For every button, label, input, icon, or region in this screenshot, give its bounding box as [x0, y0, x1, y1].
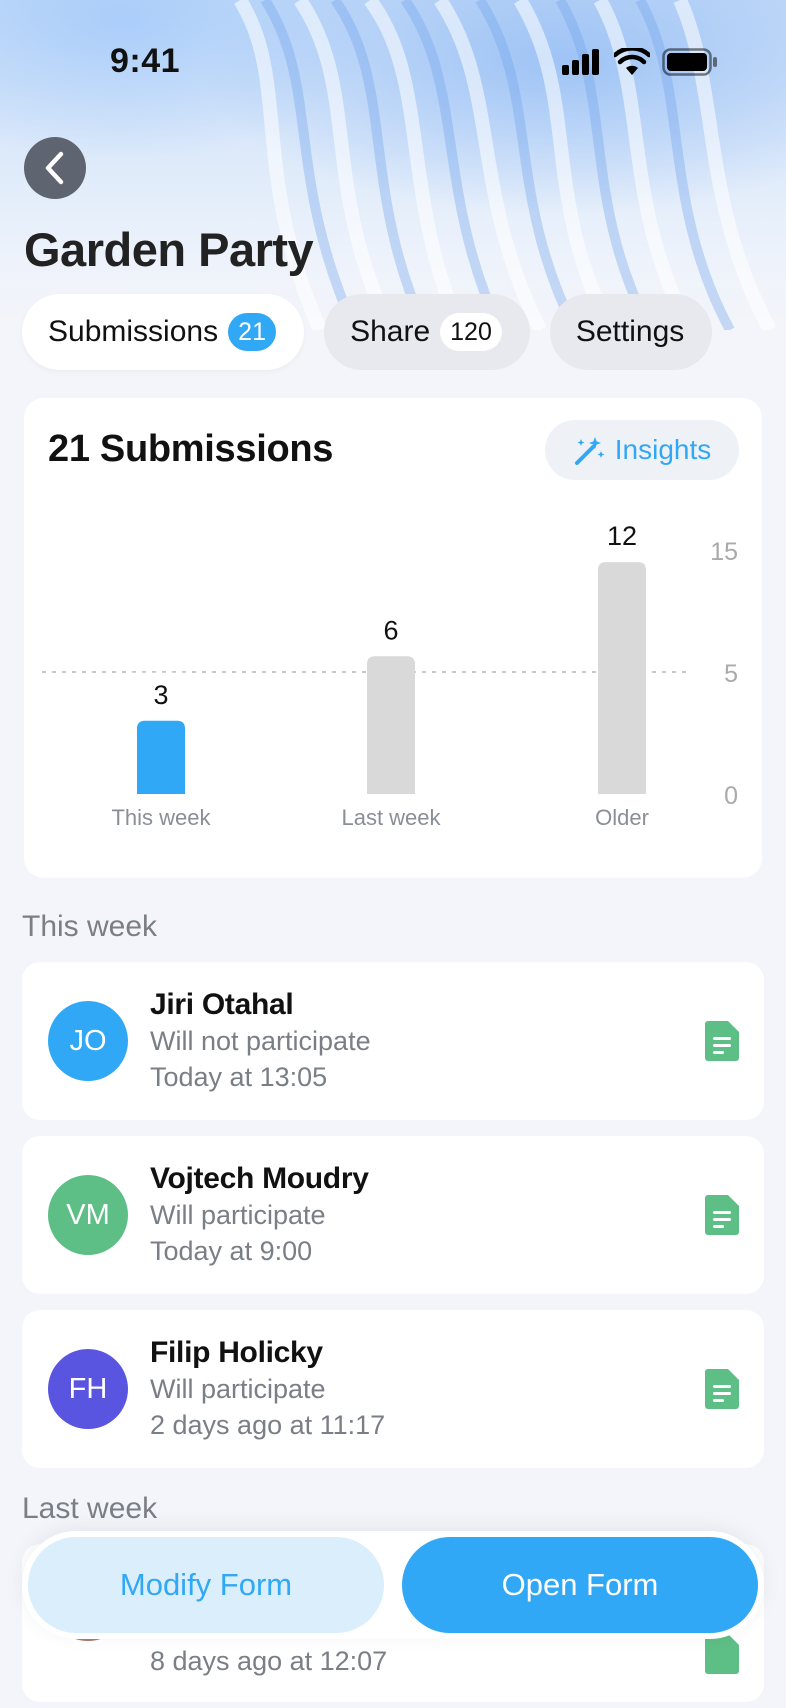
submission-row[interactable]: FH Filip Holicky Will participate 2 days…	[22, 1310, 764, 1468]
back-button[interactable]	[24, 137, 86, 199]
submissions-count-badge: 21	[228, 313, 277, 351]
chart-value-label: 3	[153, 680, 168, 710]
submitter-name: Jiri Otahal	[150, 988, 294, 1021]
status-time: 9:41	[110, 42, 181, 80]
chart-value-label: 6	[383, 615, 398, 645]
bottom-action-bar: Modify Form Open Form	[22, 1531, 764, 1639]
y-tick-label: 0	[724, 782, 738, 810]
share-count-badge: 120	[440, 313, 502, 351]
document-icon[interactable]	[705, 1634, 739, 1674]
avatar: VM	[48, 1175, 128, 1255]
chevron-left-icon	[45, 151, 64, 185]
battery-icon	[662, 48, 717, 76]
submission-time: Today at 13:05	[150, 1062, 328, 1092]
chart-bar	[598, 562, 646, 794]
document-icon[interactable]	[705, 1021, 739, 1061]
modify-form-button[interactable]: Modify Form	[28, 1537, 384, 1633]
chart-value-label: 12	[607, 521, 637, 551]
submitter-name: Vojtech Moudry	[150, 1162, 369, 1195]
participation-status: Will participate	[150, 1200, 326, 1230]
tab-label: Submissions	[48, 315, 219, 348]
open-form-button[interactable]: Open Form	[402, 1537, 758, 1633]
tab-label: Settings	[575, 315, 685, 348]
submissions-bar-chart: 15 5 0 3 This week 6 Last week 12 Older	[42, 514, 738, 830]
section-label-this-week: This week	[22, 910, 158, 943]
submissions-summary-card: 21 Submissions Insights 15 5 0 3 This week 6 L…	[24, 398, 762, 878]
chart-bar	[137, 720, 185, 794]
status-icons	[562, 48, 718, 76]
submission-row[interactable]: VM Vojtech Moudry Will participate Today…	[22, 1136, 764, 1294]
section-label-last-week: Last week	[22, 1492, 158, 1525]
submission-time: 2 days ago at 11:17	[150, 1410, 386, 1440]
participation-status: Will not participate	[150, 1026, 371, 1056]
avatar: FH	[48, 1349, 128, 1429]
document-icon[interactable]	[705, 1195, 739, 1235]
submission-time: Today at 9:00	[150, 1236, 313, 1266]
cellular-signal-icon	[562, 49, 599, 75]
tab-settings[interactable]: Settings	[549, 294, 713, 370]
x-tick-label: This week	[111, 805, 211, 830]
chart-bar	[367, 656, 415, 794]
participation-status: Will participate	[150, 1374, 326, 1404]
page-title: Garden Party	[24, 223, 314, 276]
x-tick-label: Older	[595, 805, 649, 830]
submission-row[interactable]: JO Jiri Otahal Will not participate Toda…	[22, 962, 764, 1120]
x-tick-label: Last week	[341, 805, 441, 830]
y-tick-label: 5	[724, 660, 738, 688]
tab-bar: Submissions 21 Share 120 Settings	[22, 294, 713, 370]
tab-submissions[interactable]: Submissions 21	[22, 294, 305, 370]
document-icon[interactable]	[705, 1369, 739, 1409]
wifi-icon	[614, 48, 650, 75]
tab-share[interactable]: Share 120	[324, 294, 530, 370]
y-tick-label: 15	[710, 538, 738, 566]
avatar: JO	[48, 1001, 128, 1081]
submitter-name: Filip Holicky	[150, 1336, 323, 1369]
submission-time: 8 days ago at 12:07	[150, 1646, 388, 1676]
tab-label: Share	[350, 315, 431, 348]
